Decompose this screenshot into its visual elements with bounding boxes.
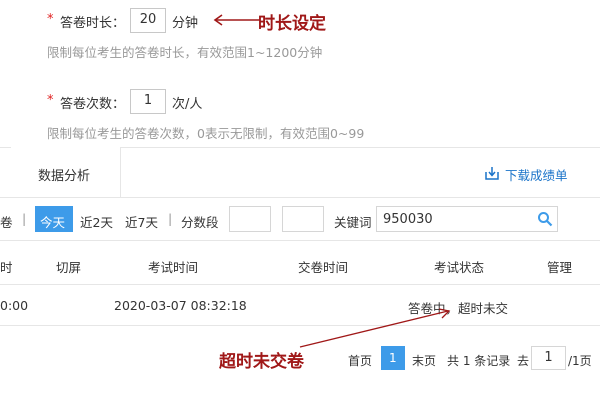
filter-divider: | [168, 211, 173, 226]
score-range-label: 分数段 [181, 215, 219, 230]
cell-exam-time: 2020-03-07 08:32:18 [114, 298, 247, 313]
col-header-time: 时 [0, 260, 13, 275]
download-icon [485, 167, 499, 180]
filter-today-label: 今天 [40, 215, 66, 230]
current-page-number: 1 [389, 351, 397, 365]
duration-hint: 限制每位考生的答卷时长，有效范围1~1200分钟 [47, 45, 323, 60]
required-mark: * [47, 93, 54, 108]
col-header-manage: 管理 [547, 260, 573, 275]
pagination-total-pages: /1页 [568, 354, 592, 368]
score-min-input[interactable] [229, 206, 271, 232]
filter-partial-label: 卷 [0, 215, 13, 230]
attempts-label: 答卷次数： [60, 97, 126, 112]
duration-input[interactable]: 20 [130, 8, 166, 33]
cell-time-partial: 0:00 [0, 298, 29, 313]
score-max-input[interactable] [282, 206, 324, 232]
arrow-annotation-icon [299, 308, 451, 348]
col-header-exam-time: 考试时间 [148, 260, 199, 275]
arrow-left-icon [213, 14, 260, 26]
pagination-goto-input[interactable]: 1 [531, 346, 566, 370]
timeout-annotation: 超时未交卷 [219, 352, 304, 372]
attempts-input[interactable]: 1 [130, 89, 166, 114]
pagination-current-page[interactable]: 1 [381, 346, 405, 370]
col-header-submit-time: 交卷时间 [298, 260, 349, 275]
filter-last-2-days[interactable]: 近2天 [80, 212, 113, 231]
filter-last-7-days[interactable]: 近7天 [125, 212, 158, 231]
required-mark: * [47, 12, 54, 27]
duration-unit: 分钟 [172, 16, 199, 31]
col-header-exam-status: 考试状态 [434, 260, 485, 275]
pagination-goto-label: 去 [517, 354, 530, 368]
table-header-row: 时 切屏 考试时间 交卷时间 考试状态 管理 [0, 240, 600, 284]
filter-divider: | [22, 211, 27, 226]
keyword-label: 关键词 [334, 215, 372, 230]
search-icon[interactable] [537, 211, 553, 227]
pagination-summary: 共 1 条记录 [447, 354, 511, 368]
keyword-value: 950030 [383, 212, 433, 227]
duration-annotation: 时长设定 [258, 14, 326, 34]
tab-underline [0, 197, 600, 198]
attempts-unit: 次/人 [172, 97, 203, 112]
tab-label: 数据分析 [38, 169, 91, 184]
col-header-switch-screen: 切屏 [56, 260, 82, 275]
pagination-first[interactable]: 首页 [348, 352, 372, 369]
attempts-hint: 限制每位考生的答卷次数，0表示无限制，有效范围0~99 [47, 126, 365, 141]
download-label: 下载成绩单 [505, 168, 568, 183]
filter-today-button[interactable]: 今天 [35, 206, 73, 232]
duration-label: 答卷时长： [60, 16, 126, 31]
keyword-search-input[interactable]: 950030 [376, 206, 558, 232]
tab-data-analysis[interactable]: 数据分析 [11, 147, 121, 198]
pagination-last[interactable]: 末页 [412, 352, 436, 369]
